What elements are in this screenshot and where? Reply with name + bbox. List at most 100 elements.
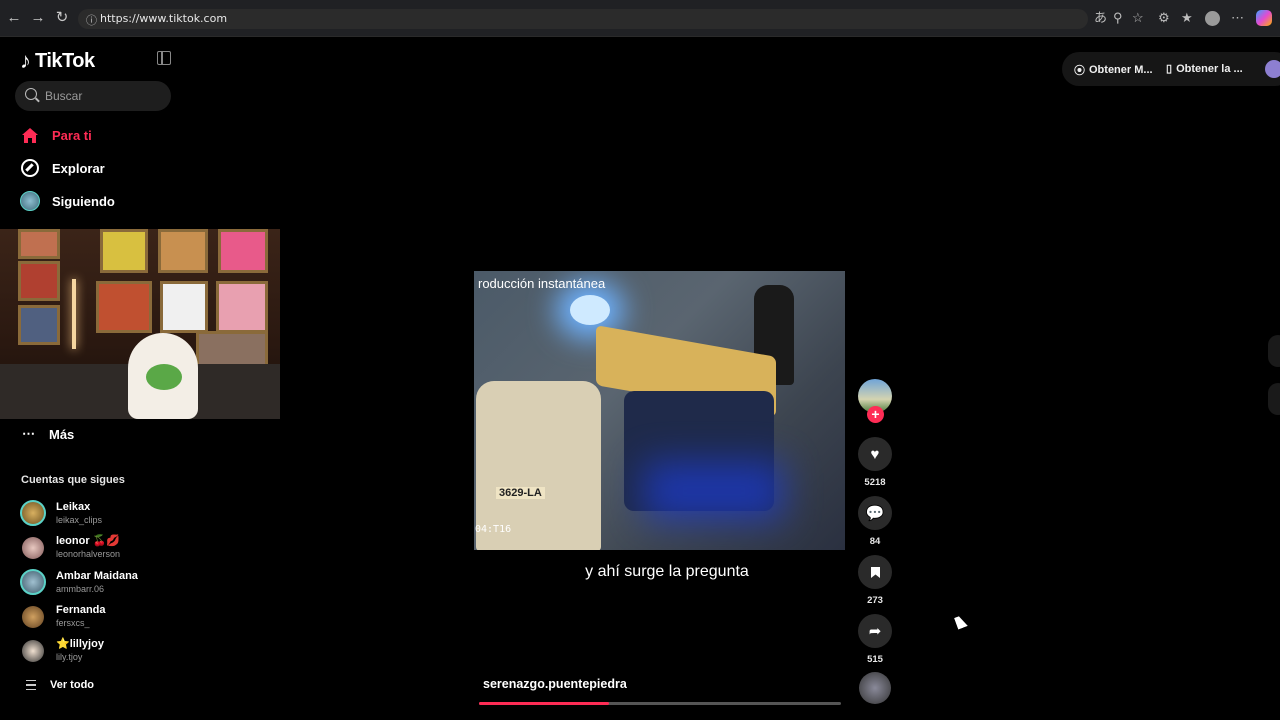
poster-frame bbox=[18, 229, 60, 259]
account-item[interactable]: leonor 🍒💋 leonorhalverson bbox=[20, 535, 120, 560]
frog-avatar bbox=[146, 364, 182, 390]
more-label: Más bbox=[49, 426, 75, 442]
get-coins-button[interactable]: ⦿ Obtener M... bbox=[1074, 62, 1153, 78]
copilot-icon[interactable] bbox=[1256, 10, 1272, 26]
save-action[interactable]: 273 bbox=[858, 555, 892, 606]
poster-frame bbox=[18, 261, 60, 301]
more-menu[interactable]: ⋯ Más bbox=[22, 426, 74, 442]
nav-label: Siguiendo bbox=[52, 193, 115, 209]
avatar bbox=[22, 639, 44, 662]
translate-icon[interactable]: あ bbox=[1094, 10, 1107, 26]
nav-label: Para ti bbox=[52, 127, 92, 143]
avatar bbox=[20, 569, 46, 595]
favorites-icon[interactable]: ★ bbox=[1181, 10, 1193, 26]
video-author[interactable]: serenazgo.puentepiedra bbox=[483, 677, 627, 691]
save-count: 273 bbox=[867, 595, 883, 606]
more-icon[interactable]: ⋯ bbox=[1231, 10, 1244, 26]
extensions-icon[interactable]: ⚙ bbox=[1158, 10, 1170, 26]
brand-name: TikTok bbox=[35, 49, 95, 72]
nav-siguiendo[interactable]: Siguiendo bbox=[20, 191, 115, 211]
scroll-up-button[interactable] bbox=[1268, 335, 1280, 367]
avatar bbox=[20, 500, 46, 526]
coin-icon: ⦿ bbox=[1074, 65, 1085, 77]
comment-action[interactable]: 💬 84 bbox=[858, 496, 892, 547]
top-actions-bar: ⦿ Obtener M... ▯ Obtener la ... bbox=[1062, 52, 1280, 86]
video-player[interactable]: 3629-LA roducción instantánea 04:T16 bbox=[474, 271, 845, 550]
account-item[interactable]: Fernanda fersxcs_ bbox=[20, 604, 106, 629]
avatar bbox=[22, 605, 44, 628]
poster-frame bbox=[160, 281, 208, 333]
avatar bbox=[22, 536, 44, 559]
search-placeholder: Buscar bbox=[45, 89, 83, 103]
get-app-label: Obtener la ... bbox=[1176, 62, 1243, 75]
account-handle: ammbarr.06 bbox=[56, 583, 105, 594]
video-progress-bar[interactable] bbox=[479, 702, 841, 705]
get-app-button[interactable]: ▯ Obtener la ... bbox=[1166, 62, 1243, 76]
follow-plus-icon[interactable]: + bbox=[867, 406, 884, 423]
account-handle: leikax_clips bbox=[56, 514, 103, 525]
webcam-overlay bbox=[0, 229, 280, 419]
account-handle: leonorhalverson bbox=[56, 549, 121, 559]
compass-icon bbox=[20, 158, 40, 178]
mouse-cursor-icon bbox=[954, 614, 968, 630]
see-all-label: Ver todo bbox=[50, 679, 95, 691]
comment-icon[interactable]: 💬 bbox=[858, 496, 892, 530]
forward-icon[interactable]: → bbox=[29, 9, 47, 27]
lamp bbox=[72, 279, 76, 349]
phone-icon: ▯ bbox=[1166, 63, 1173, 75]
scroll-down-button[interactable] bbox=[1268, 383, 1280, 415]
like-action[interactable]: ♥ 5218 bbox=[858, 437, 892, 488]
account-item[interactable]: Ambar Maidana ammbarr.06 bbox=[20, 569, 138, 595]
video-plate: 3629-LA bbox=[496, 487, 545, 499]
site-info-icon[interactable]: ⓘ bbox=[86, 12, 97, 28]
browser-toolbar: ← → ↻ ⓘ https://www.tiktok.com あ ⚲ ☆ ⚙ ★… bbox=[0, 0, 1280, 37]
poster-frame bbox=[96, 281, 152, 333]
get-coins-label: Obtener M... bbox=[1089, 64, 1153, 76]
nav-para-ti[interactable]: Para ti bbox=[20, 125, 92, 145]
reload-icon[interactable]: ↻ bbox=[53, 9, 71, 27]
nav-explorar[interactable]: Explorar bbox=[20, 158, 105, 178]
music-disc-icon[interactable] bbox=[859, 672, 891, 704]
user-avatar[interactable] bbox=[1265, 60, 1280, 78]
list-icon bbox=[26, 680, 36, 690]
more-icon: ⋯ bbox=[22, 426, 35, 441]
poster-frame bbox=[218, 229, 268, 273]
following-avatar-icon bbox=[20, 191, 40, 211]
see-all-link[interactable]: Ver todo bbox=[26, 679, 94, 691]
poster-frame bbox=[158, 229, 208, 273]
video-timestamp: 04:T16 bbox=[475, 524, 512, 535]
account-name: Ambar Maidana bbox=[56, 569, 138, 582]
collapse-sidebar-icon[interactable] bbox=[157, 51, 171, 65]
poster-frame bbox=[100, 229, 148, 273]
account-name: Leikax bbox=[56, 500, 91, 513]
heart-icon[interactable]: ♥ bbox=[858, 437, 892, 471]
account-item[interactable]: ⭐lillyjoy lily.tjoy bbox=[20, 638, 104, 663]
like-count: 5218 bbox=[864, 477, 886, 488]
url-text: https://www.tiktok.com bbox=[100, 12, 228, 25]
bookmark-icon[interactable] bbox=[858, 555, 892, 589]
account-handle: fersxcs_ bbox=[56, 618, 90, 628]
back-icon[interactable]: ← bbox=[5, 9, 23, 27]
poster-frame bbox=[18, 305, 60, 345]
star-icon[interactable]: ☆ bbox=[1132, 10, 1144, 26]
address-bar[interactable]: ⓘ https://www.tiktok.com bbox=[78, 9, 1088, 29]
account-name: leonor 🍒💋 bbox=[56, 535, 121, 547]
poster-frame bbox=[216, 281, 268, 333]
account-handle: lily.tjoy bbox=[56, 652, 83, 662]
video-light bbox=[570, 295, 610, 325]
tiktok-note-icon: ♪ bbox=[20, 48, 31, 73]
share-count: 515 bbox=[867, 654, 883, 665]
profile-icon[interactable] bbox=[1205, 11, 1220, 26]
following-accounts-title: Cuentas que sigues bbox=[21, 474, 125, 486]
comment-count: 84 bbox=[869, 536, 881, 547]
video-glow bbox=[644, 461, 784, 521]
tiktok-logo[interactable]: ♪ TikTok bbox=[20, 48, 95, 74]
share-action[interactable]: ➦ 515 bbox=[858, 614, 892, 665]
share-icon[interactable]: ➦ bbox=[858, 614, 892, 648]
search-input[interactable]: Buscar bbox=[15, 81, 171, 111]
nav-label: Explorar bbox=[52, 160, 105, 176]
account-item[interactable]: Leikax leikax_clips bbox=[20, 500, 102, 526]
account-name: Fernanda bbox=[56, 604, 106, 616]
zoom-icon[interactable]: ⚲ bbox=[1113, 10, 1123, 26]
home-icon bbox=[20, 125, 40, 145]
